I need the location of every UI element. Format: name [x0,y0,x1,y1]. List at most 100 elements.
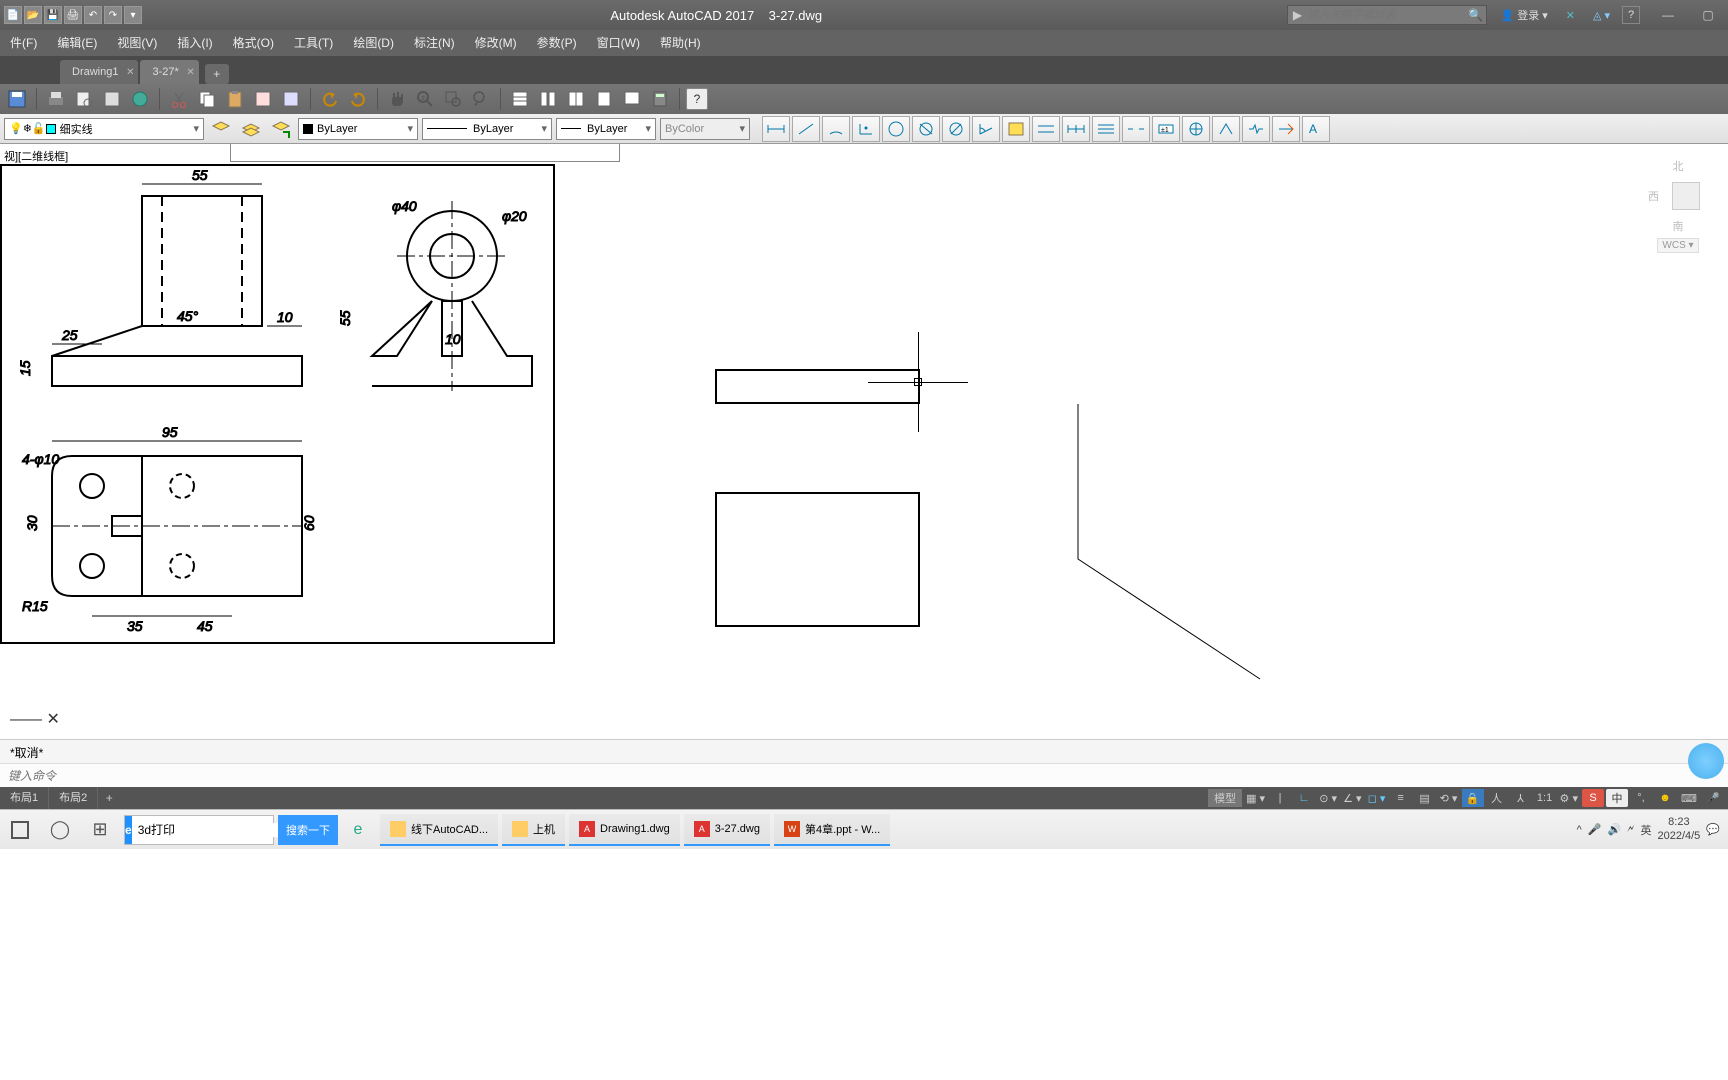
layer-manager-icon[interactable] [208,116,234,142]
cube-face[interactable] [1672,182,1700,210]
ime-punct-icon[interactable]: °, [1630,789,1652,807]
qat-save-icon[interactable]: 💾 [44,6,62,24]
annoscale-toggle[interactable]: ⅄ [1510,789,1532,807]
dim-ordinate-icon[interactable] [852,116,880,142]
layer-state-icon[interactable] [268,116,294,142]
properties-icon[interactable] [507,86,533,112]
wcs-dropdown[interactable]: WCS ▾ [1657,238,1698,253]
cut-icon[interactable] [166,86,192,112]
layout-tab-1[interactable]: 布局1 [0,787,49,809]
qat-redo-icon[interactable]: ↷ [104,6,122,24]
jogged-linear-icon[interactable] [1242,116,1270,142]
grid-toggle[interactable]: ▦ ▾ [1244,789,1267,807]
taskbar-search-input[interactable] [132,823,299,837]
dim-jogged-icon[interactable] [912,116,940,142]
publish-icon[interactable] [99,86,125,112]
print-icon[interactable] [43,86,69,112]
inspect-icon[interactable] [1212,116,1240,142]
model-button[interactable]: 模型 [1208,789,1242,807]
qat-undo-icon[interactable]: ↶ [84,6,102,24]
tolerance-icon[interactable]: ±1 [1152,116,1180,142]
login-button[interactable]: 👤 登录 ▾ [1495,5,1554,25]
dim-text-edit-icon[interactable]: A [1302,116,1330,142]
dim-angular-icon[interactable] [972,116,1000,142]
osnap-toggle[interactable]: ◻ ▾ [1366,789,1388,807]
dim-radius-icon[interactable] [882,116,910,142]
lineweight-toggle[interactable]: ≡ [1390,789,1412,807]
taskbar-search[interactable]: e [124,815,274,845]
block-editor-icon[interactable] [278,86,304,112]
start-button[interactable] [0,810,40,850]
help-icon[interactable]: ? [686,88,708,110]
ime-mode[interactable]: 中 [1606,789,1628,807]
menu-modify[interactable]: 修改(M) [465,30,527,56]
linetype-dropdown[interactable]: ByLayer ▾ [422,118,552,140]
tray-eng[interactable]: 英 [1640,822,1651,838]
tray-speaker-icon[interactable]: 🔊 [1607,823,1621,836]
menu-window[interactable]: 窗口(W) [587,30,650,56]
a360-icon[interactable]: ◬ ▾ [1587,7,1616,24]
taskbar-item-327[interactable]: A3-27.dwg [684,814,770,846]
zoom-realtime-icon[interactable]: ± [412,86,438,112]
search-button[interactable]: 搜索一下 [278,815,338,845]
dim-quick-icon[interactable] [1002,116,1030,142]
dim-aligned-icon[interactable] [792,116,820,142]
print-preview-icon[interactable] [71,86,97,112]
qat-print-icon[interactable]: 🖨 [64,6,82,24]
tray-up-icon[interactable]: ^ [1577,824,1582,836]
help-button[interactable]: ? [1622,6,1640,24]
ime-keyboard-icon[interactable]: ⌨ [1678,789,1700,807]
qat-open-icon[interactable]: 📂 [24,6,42,24]
new-tab-button[interactable]: + [205,64,229,84]
search-icon[interactable]: 🔍 [1466,8,1486,22]
edge-icon[interactable]: e [338,810,378,850]
qat-more-icon[interactable]: ▾ [124,6,142,24]
menu-insert[interactable]: 插入(I) [167,30,222,56]
viewport-label[interactable]: 视][二维线框] [4,148,68,164]
gear-icon[interactable]: ⚙ ▾ [1558,789,1580,807]
taskbar-item-folder2[interactable]: 上机 [502,814,565,846]
lineweight-dropdown[interactable]: ByLayer ▾ [556,118,656,140]
taskbar-item-drawing1[interactable]: ADrawing1.dwg [569,814,680,846]
menu-view[interactable]: 视图(V) [107,30,167,56]
task-view-icon[interactable]: ⊞ [80,819,120,840]
menu-draw[interactable]: 绘图(D) [343,30,404,56]
layout-tab-2[interactable]: 布局2 [49,787,98,809]
save-icon[interactable] [4,86,30,112]
nav-south[interactable]: 南 [1648,218,1708,234]
color-dropdown[interactable]: ByLayer ▾ [298,118,418,140]
copy-icon[interactable] [194,86,220,112]
taskbar-item-ppt[interactable]: W第4章.ppt - W... [774,814,890,846]
dim-continue-icon[interactable] [1062,116,1090,142]
zoom-previous-icon[interactable] [468,86,494,112]
sogou-ime-icon[interactable]: S [1582,789,1604,807]
center-mark-icon[interactable] [1182,116,1210,142]
menu-help[interactable]: 帮助(H) [650,30,711,56]
plotstyle-dropdown[interactable]: ByColor ▾ [660,118,750,140]
scale-label[interactable]: 1:1 [1534,789,1556,807]
dim-diameter-icon[interactable] [942,116,970,142]
dim-arc-icon[interactable] [822,116,850,142]
polar-toggle[interactable]: ⊙ ▾ [1317,789,1339,807]
sheet-set-icon[interactable] [591,86,617,112]
menu-dimension[interactable]: 标注(N) [404,30,465,56]
qat-new-icon[interactable]: 📄 [4,6,22,24]
menu-edit[interactable]: 编辑(E) [47,30,107,56]
maximize-button[interactable]: ▢ [1688,0,1728,30]
layer-dropdown[interactable]: 💡 ❄ 🔓 细实线 ▾ [4,118,204,140]
sc-toggle[interactable]: 🔒 [1462,789,1484,807]
infocenter-search[interactable]: ▶ 🔍 [1287,5,1487,25]
dim-break-icon[interactable] [1122,116,1150,142]
tray-battery-icon[interactable]: 🗲 [1627,823,1634,836]
redo-icon[interactable] [345,86,371,112]
paste-icon[interactable] [222,86,248,112]
nav-west[interactable]: 西 [1648,188,1659,204]
view-cube[interactable]: 北 西 南 WCS ▾ [1648,154,1708,253]
match-props-icon[interactable] [250,86,276,112]
minimize-button[interactable]: — [1648,0,1688,30]
layout-add-button[interactable]: + [98,791,120,805]
3ddwf-icon[interactable] [127,86,153,112]
menu-parametric[interactable]: 参数(P) [527,30,587,56]
markup-icon[interactable] [619,86,645,112]
dim-space-icon[interactable] [1092,116,1120,142]
